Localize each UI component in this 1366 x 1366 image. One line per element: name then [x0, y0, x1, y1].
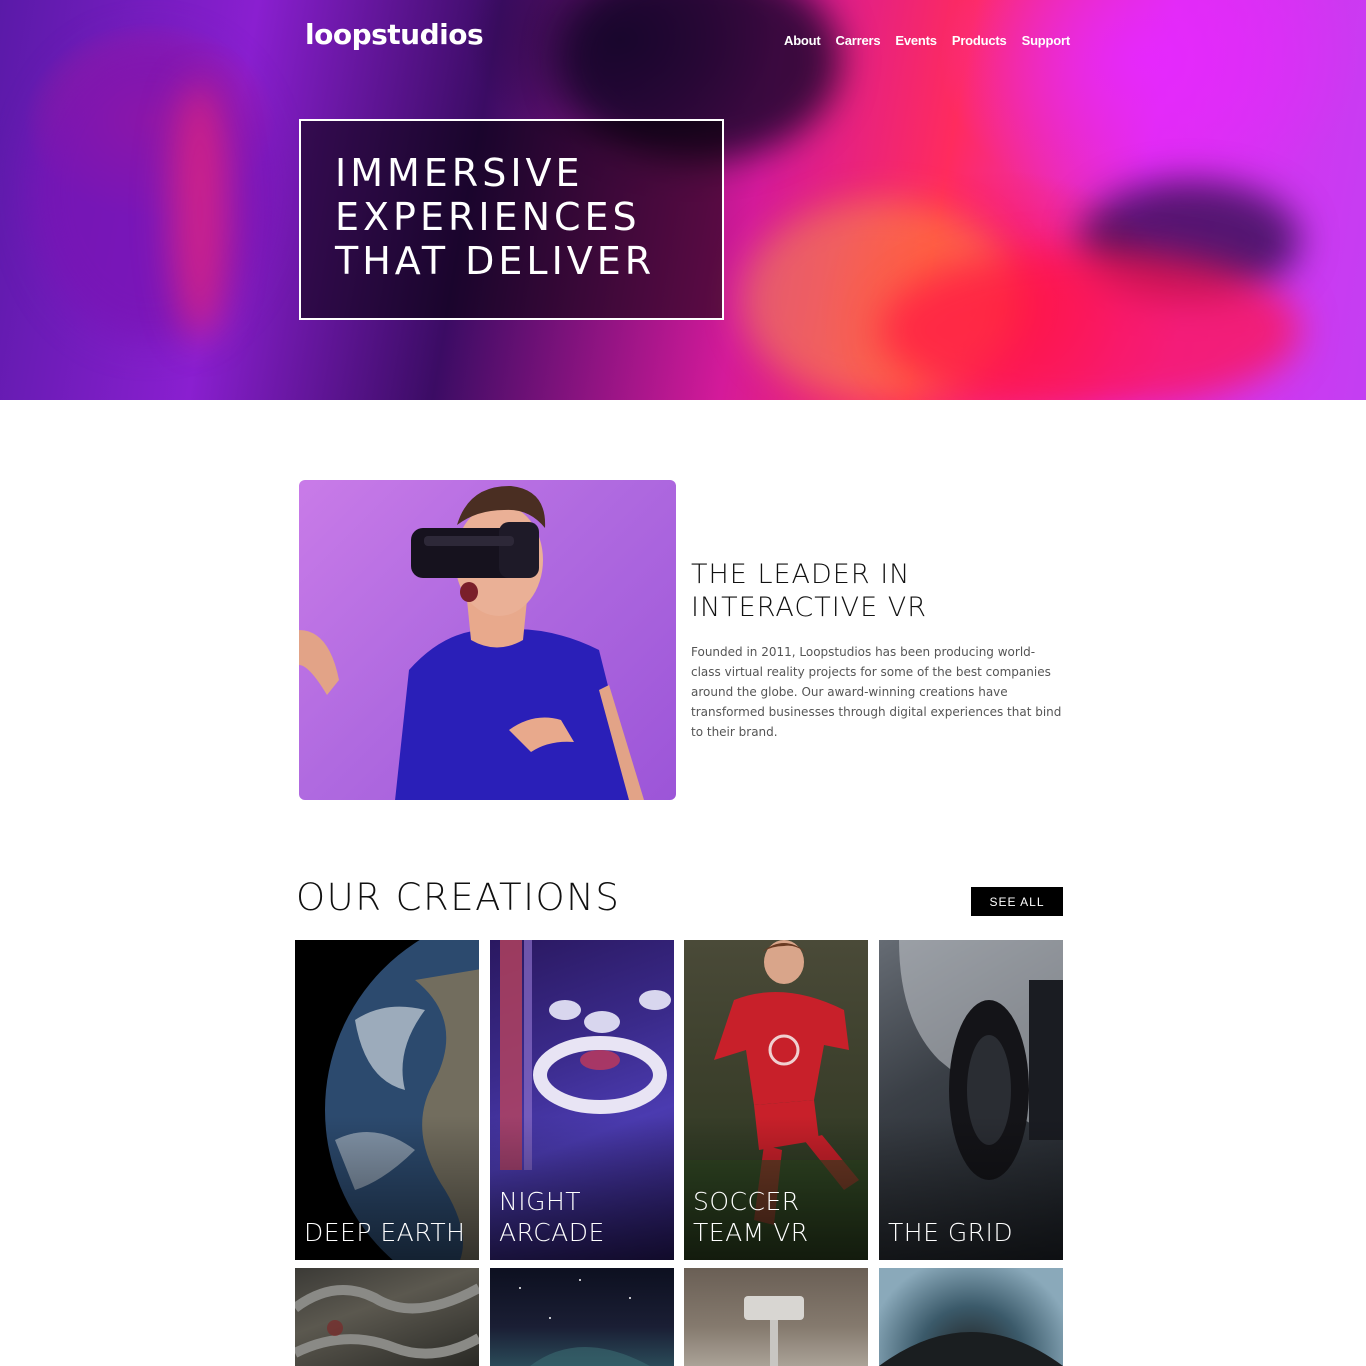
creation-card-label: NIGHT ARCADE [499, 1186, 605, 1248]
hero-background-shape [880, 250, 1300, 400]
card-gradient-overlay [295, 940, 479, 1260]
nav-link-events[interactable]: Events [895, 33, 937, 48]
site-logo[interactable]: loopstudios [305, 18, 484, 51]
card-gradient-overlay [879, 940, 1063, 1260]
creation-card-label-line: DEEP EARTH [304, 1218, 466, 1247]
nav-link-careers[interactable]: Carrers [836, 33, 881, 48]
creation-card[interactable] [684, 1268, 868, 1366]
hero-headline-line: IMMERSIVE [335, 151, 584, 195]
creation-card-label-line: THE GRID [888, 1218, 1014, 1247]
intro-paragraph: Founded in 2011, Loopstudios has been pr… [691, 645, 1062, 739]
hero-headline-line: EXPERIENCES [335, 195, 641, 239]
creation-card-soccer-team-vr[interactable]: SOCCER TEAM VR [684, 940, 868, 1260]
card-image [519, 1279, 650, 1366]
intro-title-line: INTERACTIVE VR [691, 592, 928, 623]
card-image [879, 1332, 1063, 1366]
hero-background-shape [30, 40, 270, 340]
creation-card-label: THE GRID [888, 1217, 1013, 1248]
creation-card-label-line: NIGHT [499, 1187, 582, 1216]
nav-link-about[interactable]: About [784, 33, 821, 48]
creation-card-the-grid[interactable]: THE GRID [879, 940, 1063, 1260]
main-nav: About Carrers Events Products Support [784, 33, 1070, 48]
hero-headline: IMMERSIVE EXPERIENCES THAT DELIVER [335, 151, 722, 283]
intro-title: THE LEADER IN INTERACTIVE VR [691, 558, 927, 624]
card-image [295, 1283, 479, 1359]
nav-link-products[interactable]: Products [952, 33, 1007, 48]
creation-card-label-line: SOCCER [693, 1187, 800, 1216]
creations-title: OUR CREATIONS [296, 876, 621, 919]
hero-section: loopstudios About Carrers Events Product… [0, 0, 1366, 400]
hero-background-shape [170, 80, 230, 340]
creation-card[interactable] [879, 1268, 1063, 1366]
hero-headline-box: IMMERSIVE EXPERIENCES THAT DELIVER [299, 119, 724, 320]
creation-card[interactable] [295, 1268, 479, 1366]
creation-card-label-line: ARCADE [499, 1218, 605, 1247]
creation-card[interactable] [490, 1268, 674, 1366]
vr-person-image [299, 480, 676, 800]
creation-card-label: SOCCER TEAM VR [693, 1186, 809, 1248]
creation-card-night-arcade[interactable]: NIGHT ARCADE [490, 940, 674, 1260]
see-all-button[interactable]: SEE ALL [971, 887, 1063, 916]
hero-headline-line: THAT DELIVER [335, 239, 656, 283]
vr-person-illustration [299, 485, 644, 800]
creation-card-label: DEEP EARTH [304, 1217, 465, 1248]
creation-card-deep-earth[interactable]: DEEP EARTH [295, 940, 479, 1260]
card-image [744, 1296, 804, 1366]
nav-link-support[interactable]: Support [1022, 33, 1071, 48]
intro-title-line: THE LEADER IN [691, 559, 911, 590]
creation-card-label-line: TEAM VR [693, 1218, 809, 1247]
